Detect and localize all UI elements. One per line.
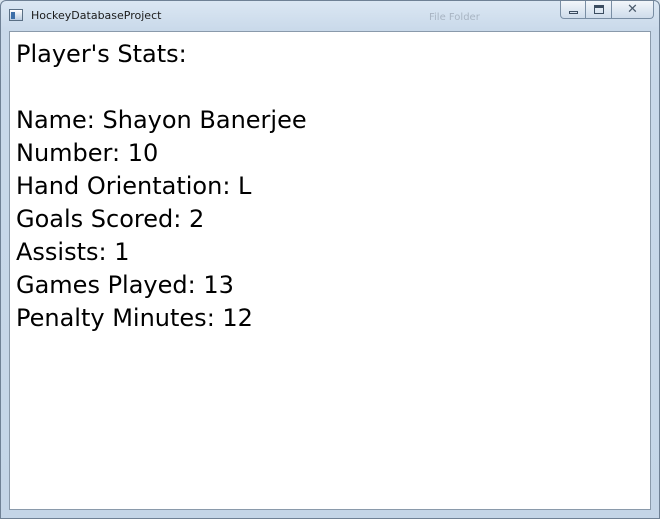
player-hand-orientation: Hand Orientation: L [16,172,252,200]
close-icon: ✕ [627,2,638,17]
client-area: Player's Stats: Name: Shayon Banerjee Nu… [9,31,651,510]
background-window-text: File Folder [429,12,480,23]
player-stats-panel: Player's Stats: Name: Shayon Banerjee Nu… [16,38,307,335]
title-bar[interactable]: HockeyDatabaseProject File Folder ✕ [1,1,659,31]
player-games-played: Games Played: 13 [16,271,234,299]
stats-heading: Player's Stats: [16,40,187,68]
maximize-button[interactable] [586,1,612,19]
player-name: Name: Shayon Banerjee [16,106,307,134]
app-window: HockeyDatabaseProject File Folder ✕ Play… [0,0,660,519]
player-number: Number: 10 [16,139,159,167]
player-penalty-minutes: Penalty Minutes: 12 [16,304,253,332]
minimize-icon [568,10,578,14]
close-button[interactable]: ✕ [612,1,654,19]
minimize-button[interactable] [560,1,586,19]
window-app-icon[interactable] [9,9,23,21]
window-title: HockeyDatabaseProject [31,9,162,22]
player-goals-scored: Goals Scored: 2 [16,205,205,233]
caption-buttons: ✕ [560,1,654,21]
player-assists: Assists: 1 [16,238,130,266]
maximize-icon [593,5,604,14]
